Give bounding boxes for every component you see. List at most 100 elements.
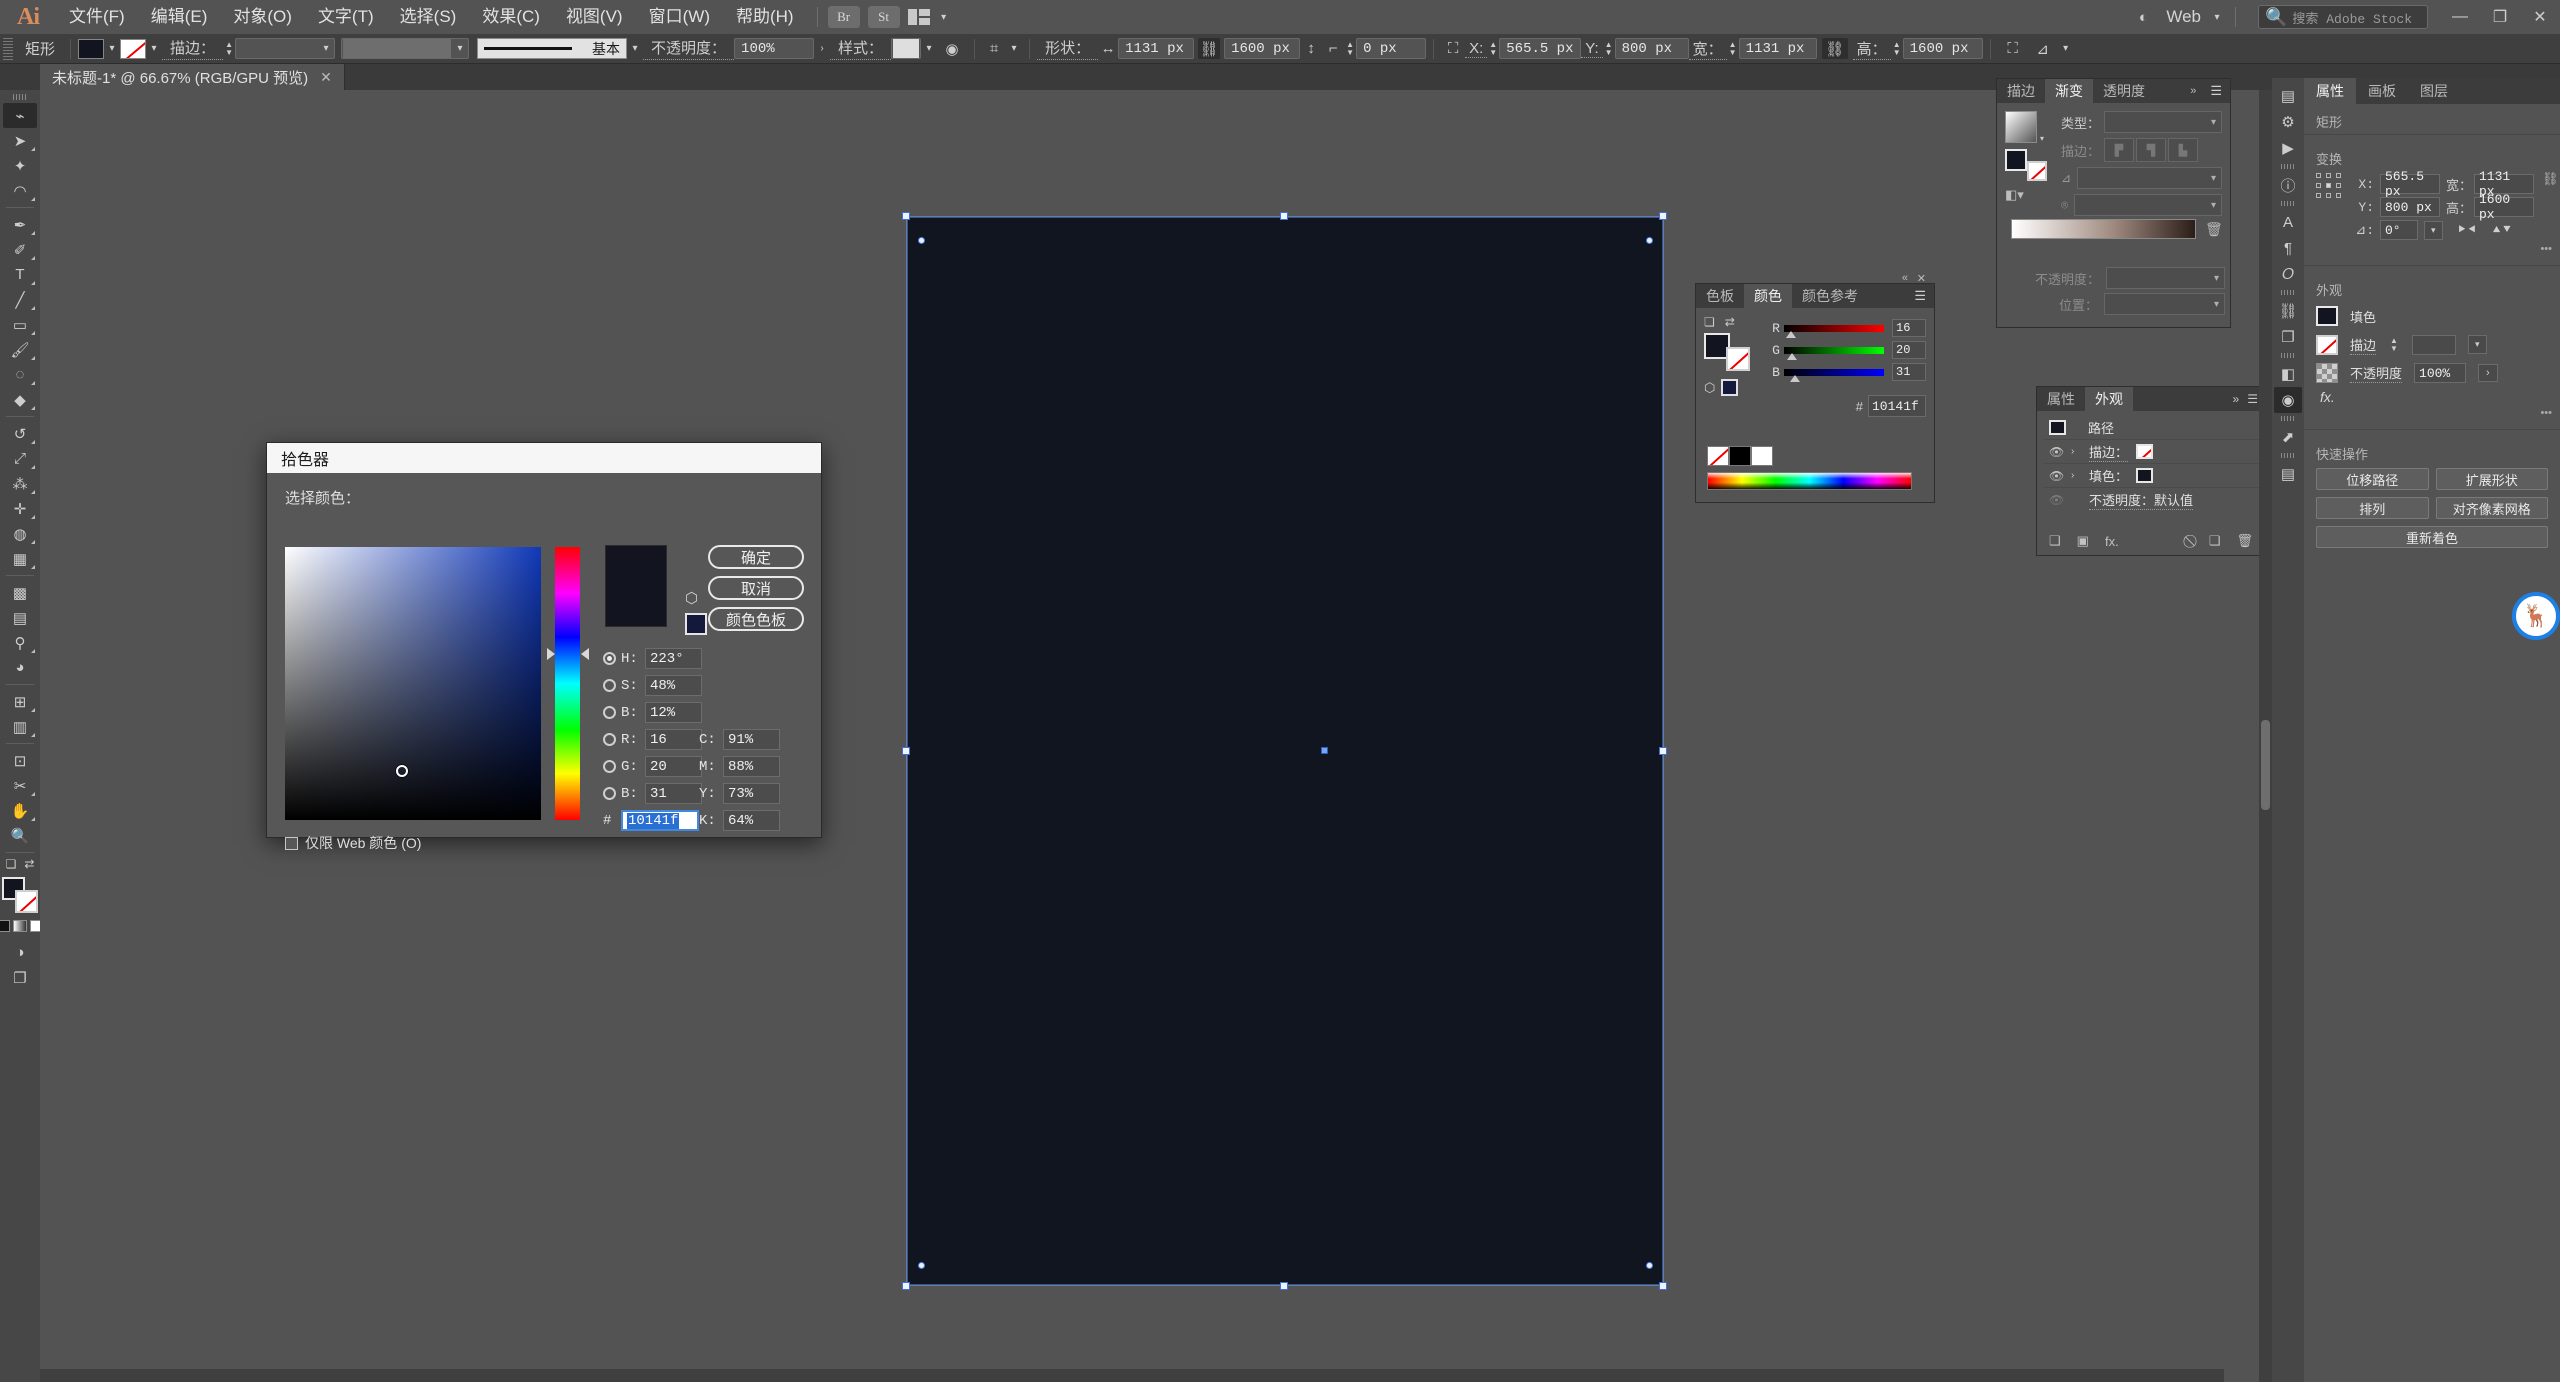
swatch-black[interactable] (1729, 446, 1751, 466)
web-colors-only-checkbox[interactable] (285, 837, 298, 850)
radio-saturation[interactable] (603, 679, 616, 692)
field-hue[interactable]: H: 223° (603, 647, 702, 670)
default-colors-icon[interactable]: ❏ (1704, 315, 1715, 329)
gradient-stroke-within-icon[interactable]: ▛ (2104, 138, 2134, 162)
visibility-eye-icon-opacity[interactable]: 👁 (2049, 493, 2063, 507)
layers-rail-icon[interactable]: ▤ (2274, 83, 2302, 109)
web-colors-only-checkbox-row[interactable]: 仅限 Web 颜色 (O) (285, 833, 421, 853)
default-fill-stroke-icon[interactable]: ❏ (6, 857, 17, 871)
input-key[interactable]: 64% (723, 810, 780, 831)
ok-button[interactable]: 确定 (708, 545, 804, 569)
tool-eraser[interactable]: ◆ (3, 387, 37, 412)
gradient-preset-chevron-down-icon[interactable]: ▾ (2040, 134, 2044, 143)
gradient-stroke-along-icon[interactable]: ▜ (2136, 138, 2166, 162)
control-bar-grip[interactable] (3, 38, 13, 60)
select-similar-icon[interactable]: ⊿ (2028, 40, 2058, 58)
tab-color-guide[interactable]: 颜色参考 (1792, 284, 1868, 308)
live-corner-widget-top-right[interactable] (1646, 237, 1653, 244)
tab-properties-float[interactable]: 属性 (2037, 387, 2085, 411)
prop-y-row[interactable]: Y: 800 px 高： 1600 px (2352, 197, 2534, 217)
stroke-color-indicator[interactable] (15, 890, 38, 913)
prop-angle-input[interactable]: 0° (2380, 220, 2418, 240)
add-new-stroke-icon[interactable]: ❑ (2049, 533, 2061, 549)
prop-stroke-stepper[interactable]: ▲▼ (2388, 334, 2400, 355)
stroke-weight-stepper[interactable]: ▲▼ (223, 38, 235, 59)
slider-thumb-r[interactable] (1786, 331, 1796, 338)
field-hex[interactable]: # 10141f (603, 809, 699, 832)
web-safe-color-swatch[interactable] (685, 613, 707, 635)
menu-item-object[interactable]: 对象(O) (220, 0, 305, 34)
tool-hand[interactable]: ✋ (3, 798, 37, 823)
swatch-none[interactable] (1707, 446, 1729, 466)
input-cyan[interactable]: 91% (723, 729, 780, 750)
gradient-aspect-combobox[interactable]: ▾ (2074, 194, 2222, 216)
prop-stroke-row[interactable]: 描边 ▲▼ ▾ (2304, 330, 2560, 359)
stock-icon[interactable]: St (868, 6, 900, 28)
corner-radius-stepper[interactable]: ▲▼ (1344, 38, 1356, 59)
prop-angle-row[interactable]: ⊿: 0° ▾ ⯈⯇ ⯅⯆ (2352, 220, 2534, 240)
flip-vertical-icon[interactable]: ⯅⯆ (2491, 222, 2512, 238)
artboards-rail-icon[interactable]: ❐ (2274, 324, 2302, 350)
tool-type[interactable]: T (3, 262, 37, 287)
color-picker-dialog[interactable]: 拾色器 选择颜色： ⬡ 确定 取消 颜色色板 H: 223° S: 48% (266, 442, 822, 838)
panel-hex-row[interactable]: # 10141f (1768, 395, 1926, 417)
quick-action-align-pixel-grid[interactable]: 对齐像素网格 (2436, 497, 2549, 519)
handle-bottom-center[interactable] (1280, 1282, 1288, 1290)
prop-w-input[interactable]: 1131 px (2474, 174, 2534, 194)
tool-shaper[interactable]: ◌ (3, 362, 37, 387)
reverse-gradient-icon[interactable]: ◧▾ (2005, 187, 2061, 203)
workspace-switcher-icon[interactable]: ◐ (2128, 9, 2158, 26)
prop-opacity-input[interactable]: 100% (2414, 363, 2466, 383)
tab-artboards[interactable]: 画板 (2356, 78, 2408, 104)
field-cyan[interactable]: C: 91% (699, 728, 780, 751)
quick-action-offset-path[interactable]: 位移路径 (2316, 468, 2429, 490)
transform-anchor-grid-icon[interactable]: ⛶ (1441, 40, 1465, 57)
add-new-fill-icon[interactable]: ▣ (2077, 533, 2089, 549)
opacity-input[interactable]: 100% (734, 38, 814, 59)
field-blue[interactable]: B: 31 (603, 782, 702, 805)
recolor-artwork-icon[interactable]: ◉ (937, 40, 967, 58)
tool-magic-wand[interactable]: ✦ (3, 153, 37, 178)
tab-properties[interactable]: 属性 (2304, 78, 2356, 104)
menu-item-type[interactable]: 文字(T) (305, 0, 387, 34)
close-icon[interactable]: ✕ (320, 69, 332, 86)
color-mode-color-icon[interactable] (0, 920, 10, 932)
screen-mode-icon[interactable]: ❐ (3, 965, 37, 990)
prop-stroke-swatch[interactable] (2316, 335, 2338, 355)
tool-blend[interactable]: ◕ (3, 655, 37, 680)
input-saturation[interactable]: 48% (645, 675, 702, 696)
fill-swatch-button[interactable] (78, 39, 104, 59)
tab-layers[interactable]: 图层 (2408, 78, 2460, 104)
height-input[interactable]: 1600 px (1903, 38, 1983, 59)
align-rail-icon[interactable]: ▤ (2274, 461, 2302, 487)
tool-paintbrush[interactable]: 🖌 (3, 337, 37, 362)
appearance-row-path[interactable]: 路径 (2043, 416, 2259, 440)
slider-value-g[interactable]: 20 (1892, 341, 1926, 359)
swatch-white[interactable] (1751, 446, 1773, 466)
tab-appearance[interactable]: 外观 (2085, 387, 2133, 411)
opentype-rail-icon[interactable]: 𝑂 (2274, 261, 2302, 287)
gradient-fill-swatch[interactable] (2005, 149, 2027, 171)
menu-item-file[interactable]: 文件(F) (56, 0, 138, 34)
slider-thumb-g[interactable] (1787, 353, 1797, 360)
style-chevron-down-icon[interactable]: ▾ (921, 39, 937, 59)
menu-item-effect[interactable]: 效果(C) (469, 0, 553, 34)
window-close-button[interactable]: ✕ (2520, 0, 2560, 34)
cancel-button[interactable]: 取消 (708, 576, 804, 600)
tab-stroke[interactable]: 描边 (1997, 79, 2045, 103)
gradient-opacity-combobox[interactable]: ▾ (2106, 267, 2225, 289)
quick-action-recolor[interactable]: 重新着色 (2316, 526, 2548, 548)
gamut-warning-cube-icon[interactable]: ⬡ (1704, 380, 1715, 396)
slider-row-green[interactable]: G 20 (1768, 341, 1926, 359)
appearance-row-stroke[interactable]: 👁 › 描边： (2043, 440, 2259, 464)
vertical-scroll-thumb[interactable] (2261, 720, 2270, 810)
input-hue[interactable]: 223° (645, 648, 702, 669)
out-of-web-gamut-cube-icon[interactable]: ⬡ (685, 589, 698, 607)
y-stepper[interactable]: ▲▼ (1603, 38, 1615, 59)
input-green[interactable]: 20 (645, 756, 702, 777)
handle-top-left[interactable] (902, 212, 910, 220)
select-similar-chevron-down-icon[interactable]: ▾ (2058, 39, 2074, 59)
tool-curvature[interactable]: ✐ (3, 237, 37, 262)
radio-brightness[interactable] (603, 706, 616, 719)
width-stepper[interactable]: ▲▼ (1727, 38, 1739, 59)
